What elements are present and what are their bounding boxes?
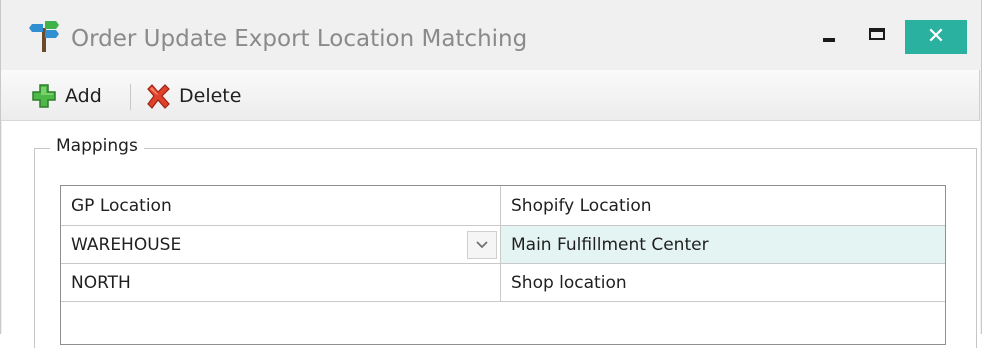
content-area: Mappings GP Location Shopify Location WA… — [2, 121, 980, 348]
gp-location-dropdown-button[interactable] — [467, 231, 497, 259]
toolbar: Add Delete — [1, 70, 980, 121]
grid-header-row: GP Location Shopify Location — [61, 186, 945, 226]
add-button[interactable]: Add — [31, 82, 102, 110]
gp-location-cell[interactable]: WAREHOUSE — [61, 226, 501, 263]
minimize-button[interactable] — [817, 22, 843, 48]
mappings-legend: Mappings — [50, 136, 144, 156]
gp-location-value: WAREHOUSE — [71, 234, 182, 255]
delete-button-label: Delete — [179, 85, 242, 107]
chevron-down-icon — [476, 241, 488, 249]
close-button[interactable]: ✕ — [905, 20, 967, 54]
table-row[interactable]: NORTH Shop location — [61, 264, 945, 302]
gp-location-cell[interactable]: NORTH — [61, 264, 501, 301]
shopify-location-cell[interactable]: Main Fulfillment Center — [501, 226, 945, 263]
maximize-button[interactable] — [865, 22, 891, 48]
delete-button[interactable]: Delete — [145, 82, 241, 110]
title-bar: Order Update Export Location Matching ✕ — [1, 0, 981, 68]
signpost-icon — [29, 20, 59, 52]
mappings-grid: GP Location Shopify Location WAREHOUSE M… — [60, 185, 946, 345]
app-window: Order Update Export Location Matching ✕ … — [0, 0, 982, 348]
green-plus-icon — [31, 83, 57, 109]
shopify-location-cell[interactable]: Shop location — [501, 264, 945, 301]
table-row[interactable]: WAREHOUSE Main Fulfillment Center — [61, 226, 945, 264]
window-title: Order Update Export Location Matching — [71, 26, 528, 52]
red-x-icon — [145, 83, 171, 109]
column-header-gp-location[interactable]: GP Location — [61, 186, 501, 225]
column-header-shopify-location[interactable]: Shopify Location — [501, 186, 945, 225]
add-button-label: Add — [65, 85, 102, 107]
close-icon: ✕ — [926, 24, 946, 49]
toolbar-separator — [130, 84, 131, 110]
